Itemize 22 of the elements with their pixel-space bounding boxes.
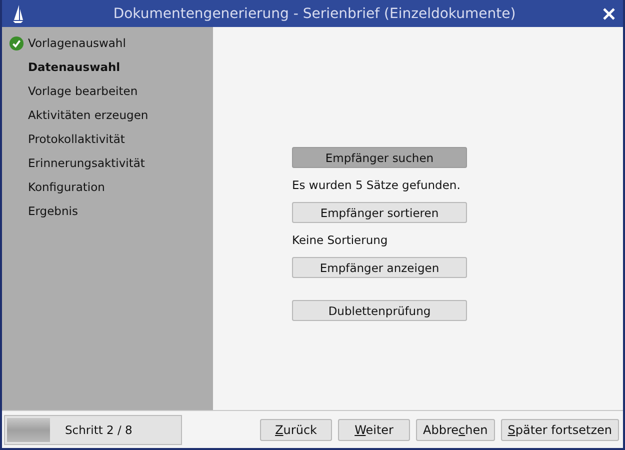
action-button[interactable]: Dublettenprüfung (292, 300, 467, 321)
dialog-button[interactable]: Später fortsetzen (500, 418, 619, 440)
step-item[interactable]: Protokollaktivität (28, 132, 125, 146)
action-button[interactable]: Empfänger suchen (292, 147, 467, 168)
dialog-button[interactable]: Abbrechen (416, 418, 495, 440)
sailboat-icon (12, 4, 24, 24)
close-button[interactable] (601, 6, 617, 22)
step-item[interactable]: Vorlagenauswahl (28, 36, 126, 50)
step-item[interactable]: Vorlage bearbeiten (28, 84, 138, 98)
status-text: Es wurden 5 Sätze gefunden. (292, 178, 460, 192)
step-counter: Schritt 2 / 8 (65, 422, 132, 436)
action-button[interactable]: Empfänger anzeigen (292, 257, 467, 278)
step-item[interactable]: Konfiguration (28, 180, 105, 194)
step-item[interactable]: Datenauswahl (28, 60, 120, 74)
step-item[interactable]: Aktivitäten erzeugen (28, 108, 148, 122)
action-button[interactable]: Empfänger sortieren (292, 202, 467, 223)
window-title: Dokumentengenerierung - Serienbrief (Einzeldokumente) (112, 6, 517, 22)
step-item[interactable]: Erinnerungsaktivität (28, 156, 145, 170)
dialog-button[interactable]: Zurück (260, 418, 332, 440)
dialog-button[interactable]: Weiter (338, 418, 410, 440)
step-item[interactable]: Ergebnis (28, 204, 78, 218)
status-text: Keine Sortierung (292, 233, 388, 247)
